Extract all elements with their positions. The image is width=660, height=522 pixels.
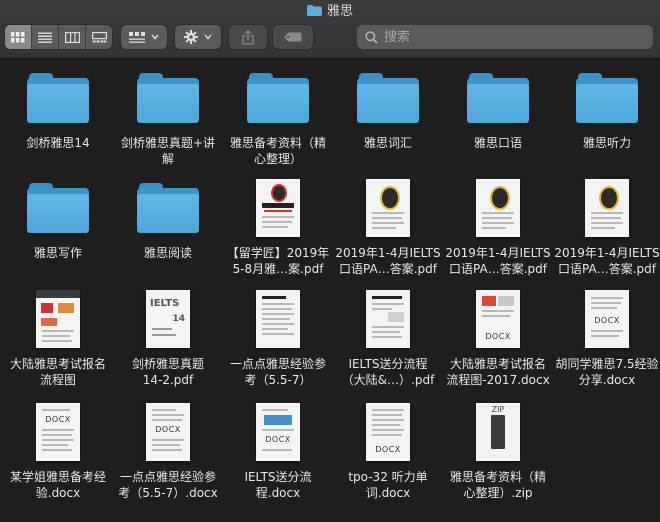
toolbar — [0, 25, 660, 51]
docx-thumbnail-icon: DOCX — [256, 403, 300, 461]
list-icon — [38, 32, 52, 43]
chevron-down-icon — [151, 34, 159, 40]
docx-thumbnail-icon: DOCX — [585, 290, 629, 348]
item-label: IELTS送分流 — [244, 470, 312, 484]
item-label-line2: 心整理） — [253, 152, 302, 166]
item-label-line2: 考（5.5-7） — [244, 373, 312, 387]
item-label: 某学姐雅思备考经 — [9, 470, 106, 484]
item-label: 剑桥雅思真题+讲 — [120, 136, 216, 150]
finder-window: 雅思 搜索 剑桥雅思14 剑桥雅思真题+讲 解 雅思备考资料（精 心整理） 雅思… — [0, 0, 660, 522]
item-label: 大陆雅思考试报名 — [449, 357, 546, 371]
item-label: 雅思备考资料（精 — [229, 136, 326, 150]
gallery-icon — [91, 31, 107, 42]
folder-icon — [576, 73, 638, 123]
action-menu-button[interactable] — [175, 25, 221, 49]
item-label-line2: 口语PA…答案.pdf — [558, 262, 656, 276]
item-label-line2: 分享.docx — [578, 373, 636, 387]
item-label: tpo-32 听力单 — [348, 470, 428, 484]
pdf-thumbnail-icon — [476, 179, 520, 237]
item-label-line2: （大陆&…）.pdf — [341, 373, 435, 387]
folder-icon — [137, 183, 199, 233]
item-label: 大陆雅思考试报名 — [9, 357, 106, 371]
tag-icon — [284, 32, 302, 42]
item-label-line2: 流程图 — [39, 373, 76, 387]
item-label: 一点点雅思经验参 — [119, 470, 216, 484]
search-field[interactable] — [357, 25, 653, 49]
view-gallery-button[interactable] — [86, 25, 112, 49]
columns-icon — [64, 31, 80, 43]
item-label-line2: 5-8月雅…案.pdf — [232, 262, 324, 276]
item-label-line2: 流程图-2017.docx — [446, 373, 550, 387]
item-label: 2019年1-4月IELTS — [335, 246, 441, 260]
group-grid-icon — [129, 31, 145, 43]
chevron-down-icon — [204, 34, 212, 40]
item-label-line2: 口语PA…答案.pdf — [449, 262, 547, 276]
icon-grid-icon — [11, 31, 25, 42]
item-label: 2019年1-4月IELTS — [445, 246, 551, 260]
item-label: 2019年1-4月IELTS — [554, 246, 660, 260]
pdf-thumbnail-icon — [256, 290, 300, 348]
item-label-line2: 14-2.pdf — [142, 373, 194, 387]
item-label-line2: 程.docx — [255, 486, 301, 500]
share-button[interactable] — [229, 25, 267, 49]
item-label: 雅思词汇 — [363, 136, 412, 150]
item-label-line2: 验.docx — [35, 486, 81, 500]
folder-icon — [137, 73, 199, 123]
folder-icon — [357, 73, 419, 123]
pdf-thumbnail-icon: IELTS 14 — [146, 290, 190, 348]
item-label: 雅思备考资料（精 — [449, 470, 546, 484]
item-label-line2: 心整理）.zip — [463, 486, 533, 500]
titlebar: 雅思 — [0, 0, 660, 59]
search-icon — [365, 30, 378, 44]
item-label: 雅思写作 — [33, 246, 82, 260]
window-title-text: 雅思 — [326, 4, 353, 19]
item-label-line2: 考（5.5-7）.docx — [118, 486, 218, 500]
edit-tags-button[interactable] — [273, 25, 313, 49]
view-mode-control — [5, 25, 112, 49]
pdf-thumbnail-icon — [256, 179, 300, 237]
gear-icon — [184, 30, 198, 44]
item-label: 雅思听力 — [582, 136, 631, 150]
item-label: 剑桥雅思14 — [26, 136, 90, 150]
pdf-thumbnail-icon — [366, 179, 410, 237]
item-label: 雅思阅读 — [143, 246, 192, 260]
image-thumbnail-icon — [36, 290, 80, 348]
item-label: 剑桥雅思真题 — [131, 357, 204, 371]
item-label: 胡同学雅思7.5经验 — [555, 357, 659, 371]
share-icon — [242, 29, 254, 45]
pdf-thumbnail-icon — [585, 179, 629, 237]
docx-thumbnail-icon: DOCX — [36, 403, 80, 461]
item-label: IELTS送分流程 — [348, 357, 428, 371]
docx-thumbnail-icon: DOCX — [366, 403, 410, 461]
item-label: 雅思口语 — [473, 136, 522, 150]
pdf-thumbnail-icon — [366, 290, 410, 348]
view-columns-button[interactable] — [59, 25, 86, 49]
folder-icon — [27, 183, 89, 233]
item-label: 【留学匠】2019年 — [226, 246, 330, 260]
docx-thumbnail-icon: DOCX — [476, 290, 520, 348]
file-grid: 剑桥雅思14 剑桥雅思真题+讲解 雅思备考资料（精 心整理） 雅思词汇 雅思口语 … — [0, 59, 660, 522]
item-label-line2: 词.docx — [365, 486, 411, 500]
zip-archive-icon: ZIP — [476, 403, 520, 461]
item-label: 一点点雅思经验参 — [229, 357, 326, 371]
folder-icon — [247, 73, 309, 123]
folder-icon — [306, 5, 322, 16]
view-icons-button[interactable] — [5, 25, 32, 49]
search-input[interactable] — [382, 28, 636, 46]
view-list-button[interactable] — [32, 25, 59, 49]
item-label-line2: 解 — [161, 152, 174, 166]
folder-icon — [467, 73, 529, 123]
window-title: 雅思 — [0, 4, 660, 20]
docx-thumbnail-icon: DOCX — [146, 403, 190, 461]
item-label-line2: 口语PA…答案.pdf — [339, 262, 437, 276]
group-by-button[interactable] — [121, 25, 167, 49]
folder-icon — [27, 73, 89, 123]
